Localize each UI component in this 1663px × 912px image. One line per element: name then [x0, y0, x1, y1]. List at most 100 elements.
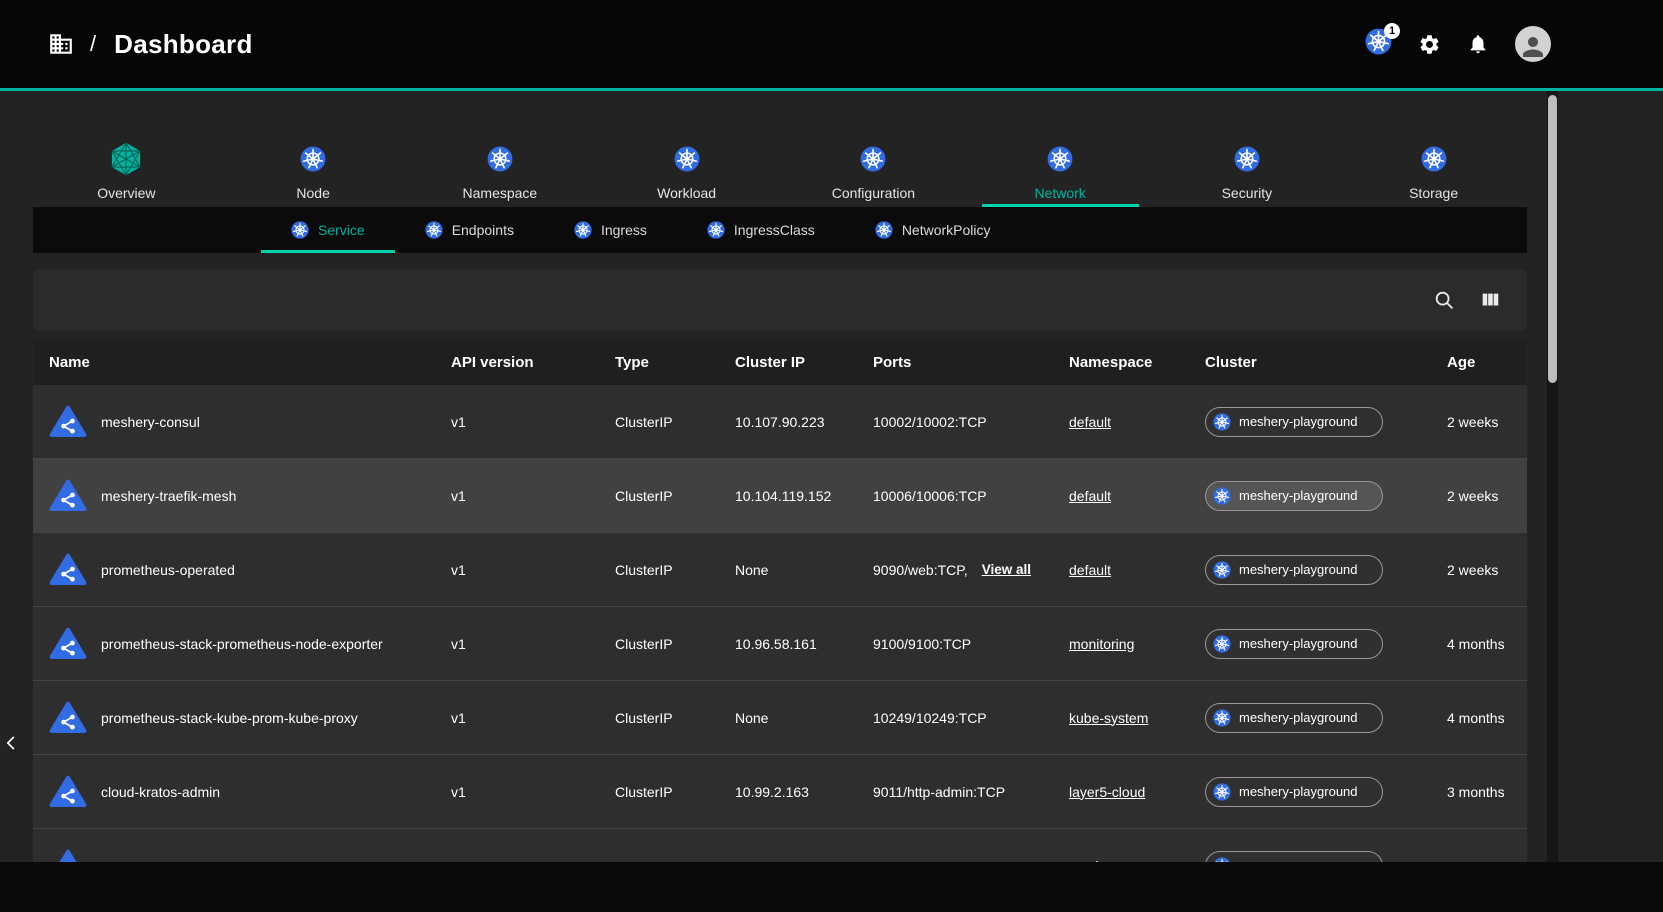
kubernetes-icon	[1213, 487, 1231, 505]
cell-name: meshery-consul	[33, 403, 435, 441]
table-body: meshery-consulv1ClusterIP10.107.90.22310…	[33, 385, 1527, 862]
cell-ports: 10002/10002:TCP	[857, 414, 1053, 430]
table-row[interactable]: meshery-traefik-meshv1ClusterIP10.104.11…	[33, 459, 1527, 533]
settings-gear-icon[interactable]	[1418, 33, 1441, 56]
service-icon	[49, 477, 87, 515]
table-row[interactable]: prometheus-stack-prometheus-node-exporte…	[33, 607, 1527, 681]
kubernetes-icon	[1213, 635, 1231, 653]
services-table: NameAPI versionTypeCluster IPPortsNamesp…	[33, 339, 1527, 862]
service-name: meshery-consul	[101, 414, 200, 430]
namespace-link[interactable]: default	[1069, 488, 1111, 504]
column-header-cluster-ip: Cluster IP	[719, 354, 857, 371]
table-row[interactable]: prometheus-operatedv1ClusterIPNone9090/w…	[33, 533, 1527, 607]
cell-age: 4 months	[1431, 636, 1527, 652]
collapse-drawer-chevron[interactable]	[0, 727, 26, 759]
main-tab-namespace[interactable]: Namespace	[407, 133, 594, 207]
column-header-age: Age	[1431, 354, 1527, 371]
cluster-chip-label: meshery-playground	[1239, 562, 1358, 577]
page-title: Dashboard	[114, 29, 253, 60]
cell-ports: 9090/web:TCP,View all	[857, 562, 1053, 578]
organization-building-icon[interactable]	[48, 31, 74, 57]
cell-age: 2 weeks	[1431, 562, 1527, 578]
kubernetes-icon	[291, 221, 309, 239]
sub-tabs: ServiceEndpointsIngressIngressClassNetwo…	[33, 207, 1527, 253]
cell-age: 2 weeks	[1431, 414, 1527, 430]
main-tab-label: Configuration	[832, 185, 915, 201]
main-tab-workload[interactable]: Workload	[593, 133, 780, 207]
cell-cluster: meshery-playground	[1189, 703, 1431, 733]
column-header-cluster: Cluster	[1189, 354, 1431, 371]
kubernetes-icon	[487, 140, 513, 178]
cluster-chip[interactable]: meshery-playground	[1205, 481, 1383, 511]
view-columns-icon[interactable]	[1479, 289, 1501, 311]
table-header-row: NameAPI versionTypeCluster IPPortsNamesp…	[33, 339, 1527, 385]
cell-type: ClusterIP	[599, 414, 719, 430]
cell-namespace: default	[1053, 414, 1189, 430]
page-scrollbar	[1547, 91, 1558, 862]
cell-cluster: meshery-playground	[1189, 407, 1431, 437]
column-header-name: Name	[33, 354, 435, 371]
cluster-chip[interactable]: meshery-playground	[1205, 629, 1383, 659]
sub-tab-service[interactable]: Service	[261, 207, 395, 253]
service-icon	[49, 773, 87, 811]
search-icon[interactable]	[1433, 289, 1455, 311]
table-row[interactable]: prometheus-stack-kube-prom-kube-proxyv1C…	[33, 681, 1527, 755]
cluster-chip[interactable]	[1205, 851, 1383, 863]
cell-name: meshery-traefik-mesh	[33, 477, 435, 515]
main-tab-overview[interactable]: Overview	[33, 133, 220, 207]
namespace-link[interactable]: layer5-cloud	[1069, 784, 1145, 800]
cell-api-version: v1	[435, 414, 599, 430]
service-name: prometheus-stack-prometheus-node-exporte…	[101, 636, 383, 652]
header-accent-line	[0, 88, 1663, 91]
main-tab-storage[interactable]: Storage	[1340, 133, 1527, 207]
kubernetes-icon	[860, 140, 886, 178]
cell-cluster: meshery-playground	[1189, 777, 1431, 807]
kubernetes-icon	[574, 221, 592, 239]
scrollbar-thumb[interactable]	[1548, 95, 1557, 383]
cluster-chip-label: meshery-playground	[1239, 414, 1358, 429]
cell-type: ClusterIP	[599, 636, 719, 652]
kubernetes-icon	[425, 221, 443, 239]
service-icon	[49, 625, 87, 663]
cell-api-version: v1	[435, 488, 599, 504]
kubernetes-icon	[875, 221, 893, 239]
notifications-bell-icon[interactable]	[1467, 33, 1489, 55]
cluster-chip[interactable]: meshery-playground	[1205, 407, 1383, 437]
kubernetes-icon	[1213, 561, 1231, 579]
user-avatar[interactable]	[1515, 26, 1551, 62]
namespace-link[interactable]: monitoring	[1069, 636, 1134, 652]
table-row[interactable]: meshery-consulv1ClusterIP10.107.90.22310…	[33, 385, 1527, 459]
main-tab-label: Network	[1034, 185, 1085, 201]
kubernetes-icon	[1213, 783, 1231, 801]
cluster-chip[interactable]: meshery-playground	[1205, 703, 1383, 733]
table-row[interactable]: cloud-kratos-adminv1ClusterIP10.99.2.163…	[33, 755, 1527, 829]
namespace-link[interactable]: default	[1069, 562, 1111, 578]
column-header-ports: Ports	[857, 354, 1053, 371]
view-all-ports-link[interactable]: View all	[982, 562, 1031, 577]
sub-tab-endpoints[interactable]: Endpoints	[395, 207, 544, 253]
service-icon	[49, 403, 87, 441]
cell-cluster: meshery-playground	[1189, 629, 1431, 659]
table-row[interactable]: meshery-	[33, 829, 1527, 862]
sub-tab-ingressclass[interactable]: IngressClass	[677, 207, 845, 253]
ports-value: 9100/9100:TCP	[873, 636, 971, 652]
main-tab-configuration[interactable]: Configuration	[780, 133, 967, 207]
cell-cluster-ip: None	[719, 710, 857, 726]
cluster-context-button[interactable]: 1	[1365, 28, 1392, 60]
main-tab-node[interactable]: Node	[220, 133, 407, 207]
sub-tab-networkpolicy[interactable]: NetworkPolicy	[845, 207, 1021, 253]
cell-cluster-ip: None	[719, 562, 857, 578]
service-name: cloud-kratos-admin	[101, 784, 220, 800]
cell-name: cloud-kratos-admin	[33, 773, 435, 811]
cluster-chip[interactable]: meshery-playground	[1205, 555, 1383, 585]
namespace-link[interactable]: kube-system	[1069, 710, 1148, 726]
column-header-type: Type	[599, 354, 719, 371]
cell-api-version: v1	[435, 636, 599, 652]
cell-name: prometheus-stack-prometheus-node-exporte…	[33, 625, 435, 663]
cluster-chip-label: meshery-playground	[1239, 710, 1358, 725]
cluster-chip[interactable]: meshery-playground	[1205, 777, 1383, 807]
namespace-link[interactable]: default	[1069, 414, 1111, 430]
main-tab-security[interactable]: Security	[1154, 133, 1341, 207]
sub-tab-ingress[interactable]: Ingress	[544, 207, 677, 253]
main-tab-network[interactable]: Network	[967, 133, 1154, 207]
